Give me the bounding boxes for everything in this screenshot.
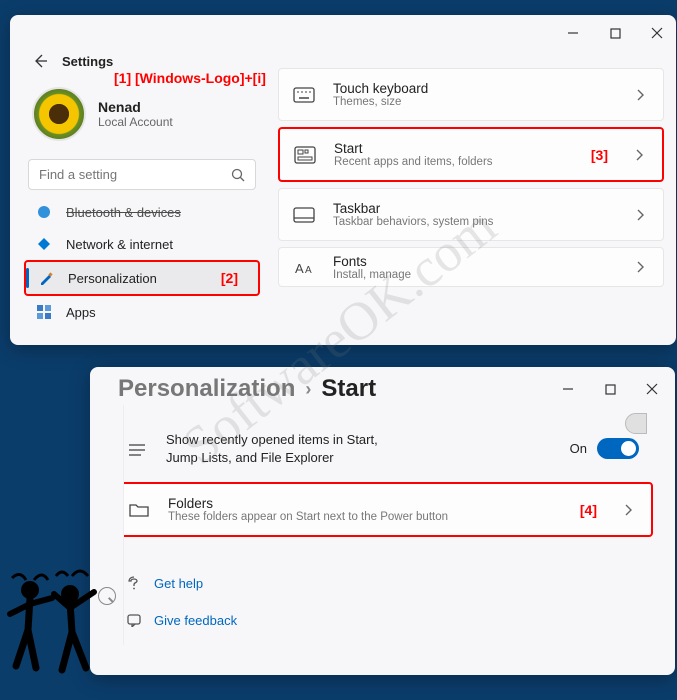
annotation-4: [4] <box>580 502 605 518</box>
sidebar: Settings Nenad Local Account Bluetooth &… <box>10 51 268 345</box>
sidebar-item-personalization[interactable]: Personalization [2] <box>24 260 260 296</box>
bluetooth-icon <box>36 204 52 220</box>
chevron-right-icon <box>635 88 649 102</box>
list-icon <box>126 439 148 461</box>
annotation-2: [2] <box>221 270 246 286</box>
card-subtitle: Recent apps and items, folders <box>334 156 573 168</box>
titlebar <box>10 15 676 51</box>
toggle-switch[interactable] <box>597 438 639 459</box>
taskbar-icon <box>293 204 315 226</box>
search-input[interactable] <box>28 159 256 190</box>
settings-window: Settings Nenad Local Account Bluetooth &… <box>10 15 676 345</box>
svg-text:A: A <box>305 265 312 276</box>
feedback-icon <box>126 613 142 628</box>
card-subtitle: Install, manage <box>333 269 617 281</box>
chevron-right-icon <box>635 208 649 222</box>
help-label: Get help <box>154 576 203 591</box>
feedback-label: Give feedback <box>154 613 237 627</box>
keyboard-icon <box>293 84 315 106</box>
card-subtitle: These folders appear on Start next to th… <box>168 511 562 523</box>
get-help-link[interactable]: Get help <box>112 567 653 599</box>
breadcrumb-current: Start <box>321 375 376 403</box>
breadcrumb-parent[interactable]: Personalization <box>118 375 295 403</box>
avatar <box>32 87 86 141</box>
card-title: Taskbar <box>333 201 617 216</box>
nav-label: Bluetooth & devices <box>66 205 181 220</box>
sidebar-item-network[interactable]: Network & internet <box>24 228 260 260</box>
annotation-3: [3] <box>591 147 616 163</box>
toggle-label: Show recently opened items in Start, Jum… <box>166 431 396 466</box>
card-touch-keyboard[interactable]: Touch keyboard Themes, size <box>278 68 664 121</box>
apps-icon <box>36 304 52 320</box>
back-icon[interactable] <box>32 53 48 69</box>
breadcrumb: Personalization › Start <box>118 375 376 403</box>
search-icon <box>231 168 245 182</box>
nav-label: Personalization <box>68 271 157 286</box>
nav-list: Bluetooth & devices Network & internet P… <box>24 196 260 328</box>
dancers-illustration <box>2 558 112 678</box>
card-title: Folders <box>168 496 562 511</box>
card-title: Start <box>334 141 573 156</box>
sidebar-item-bluetooth[interactable]: Bluetooth & devices <box>24 196 260 228</box>
card-fonts[interactable]: AA Fonts Install, manage <box>278 247 664 287</box>
help-icon <box>126 575 142 591</box>
personalization-icon <box>38 270 54 286</box>
feedback-link[interactable]: Give feedback <box>112 607 653 627</box>
start-icon <box>294 144 316 166</box>
user-type: Local Account <box>98 115 173 129</box>
minimize-button[interactable] <box>561 382 575 396</box>
card-folders[interactable]: Folders These folders appear on Start ne… <box>112 482 653 537</box>
chevron-right-icon: › <box>305 379 311 400</box>
chevron-right-icon <box>634 148 648 162</box>
card-subtitle: Taskbar behaviors, system pins <box>333 216 617 228</box>
page-title: Personalization <box>278 51 664 68</box>
close-button[interactable] <box>650 26 664 40</box>
start-settings-window: Personalization › Start Show recently op… <box>90 367 675 675</box>
svg-text:A: A <box>295 261 304 276</box>
network-icon <box>36 236 52 252</box>
folder-icon <box>128 499 150 521</box>
nav-label: Network & internet <box>66 237 173 252</box>
card-start[interactable]: Start Recent apps and items, folders [3] <box>278 127 664 182</box>
card-subtitle: Themes, size <box>333 96 617 108</box>
card-title: Touch keyboard <box>333 81 617 96</box>
partial-toggle[interactable] <box>625 413 647 434</box>
search-field[interactable] <box>39 167 223 182</box>
chevron-right-icon <box>635 260 649 274</box>
annotation-1: [1] [Windows-Logo]+[i] <box>114 70 266 86</box>
card-taskbar[interactable]: Taskbar Taskbar behaviors, system pins <box>278 188 664 241</box>
minimize-button[interactable] <box>566 26 580 40</box>
main-pane: Personalization Touch keyboard Themes, s… <box>268 51 676 345</box>
toggle-state: On <box>570 441 587 456</box>
sidebar-item-apps[interactable]: Apps <box>24 296 260 328</box>
user-name: Nenad <box>98 99 173 115</box>
settings-title: Settings <box>62 54 113 69</box>
recent-items-toggle-row: Show recently opened items in Start, Jum… <box>112 423 653 474</box>
chevron-right-icon <box>623 503 637 517</box>
user-block[interactable]: Nenad Local Account <box>24 77 260 155</box>
maximize-button[interactable] <box>608 26 622 40</box>
fonts-icon: AA <box>293 256 315 278</box>
close-button[interactable] <box>645 382 659 396</box>
card-title: Fonts <box>333 254 617 269</box>
maximize-button[interactable] <box>603 382 617 396</box>
nav-label: Apps <box>66 305 96 320</box>
